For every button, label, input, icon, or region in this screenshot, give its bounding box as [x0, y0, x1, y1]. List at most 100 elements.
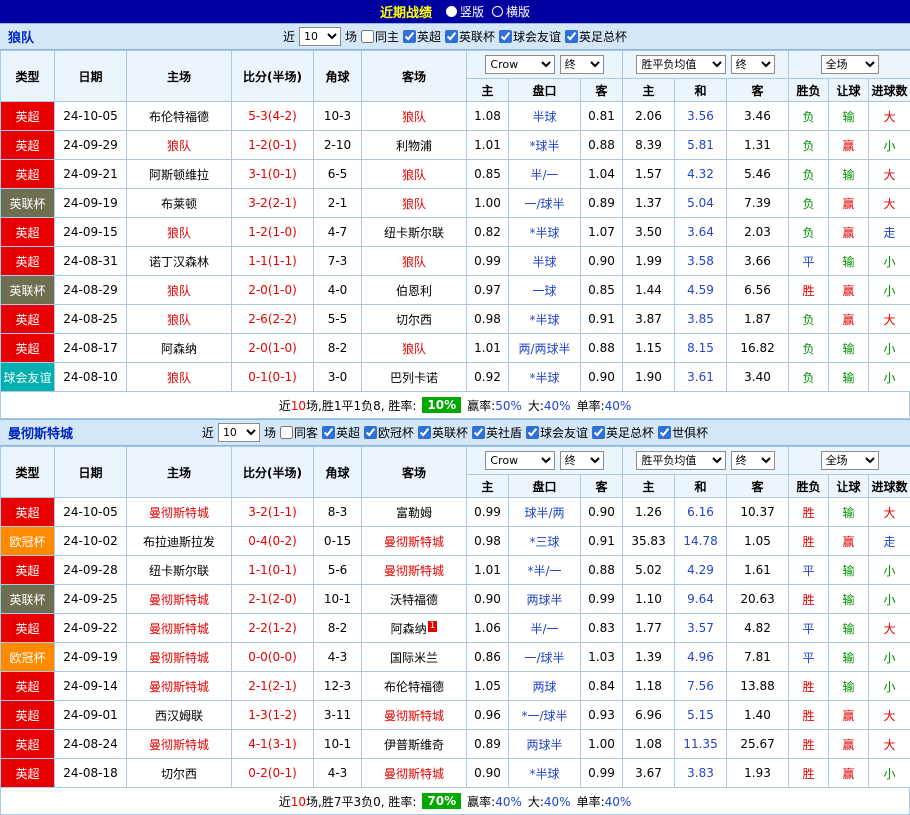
competition-filter[interactable]: 英超: [322, 424, 360, 441]
odds-company-select[interactable]: Crow: [485, 451, 555, 470]
match-row: 英超24-09-28纽卡斯尔联1-1(0-1)5-6曼彻斯特城1.01*半/一0…: [1, 556, 910, 585]
home-team[interactable]: 纽卡斯尔联: [127, 556, 232, 585]
handicap-line: *三球: [509, 527, 581, 556]
competition-filter[interactable]: 英社盾: [472, 424, 522, 441]
competition-filter[interactable]: 世俱杯: [658, 424, 708, 441]
matches-tbody: 英超24-10-05布伦特福德5-3(4-2)10-3狼队1.08半球0.812…: [1, 102, 910, 392]
scope-select[interactable]: 全场: [821, 451, 879, 470]
home-team[interactable]: 曼彻斯特城: [127, 730, 232, 759]
competition-checkbox[interactable]: [565, 30, 578, 43]
col-header-handicap-result: 让球: [829, 79, 869, 102]
home-team[interactable]: 狼队: [127, 305, 232, 334]
home-team[interactable]: 切尔西: [127, 759, 232, 788]
away-team[interactable]: 巴列卡诺: [362, 363, 467, 392]
competition-checkbox[interactable]: [592, 426, 605, 439]
avg-type-select[interactable]: 胜平负均值: [636, 451, 726, 470]
same-venue-filter[interactable]: 同主: [361, 28, 399, 45]
radio-unselected-icon[interactable]: [492, 6, 503, 17]
competition-filter[interactable]: 英足总杯: [565, 28, 627, 45]
match-result: 负: [789, 131, 829, 160]
games-count-select[interactable]: 10: [299, 27, 341, 46]
games-count-select[interactable]: 10: [218, 423, 260, 442]
competition-filter[interactable]: 英联杯: [418, 424, 468, 441]
competition-checkbox[interactable]: [526, 426, 539, 439]
away-team[interactable]: 曼彻斯特城: [362, 701, 467, 730]
match-date: 24-08-18: [55, 759, 127, 788]
avg-stage-select[interactable]: 终: [731, 451, 775, 470]
handicap-result: 赢: [829, 305, 869, 334]
competition-filter[interactable]: 球会友谊: [499, 28, 561, 45]
away-team[interactable]: 曼彻斯特城: [362, 759, 467, 788]
home-team[interactable]: 狼队: [127, 363, 232, 392]
home-team[interactable]: 布伦特福德: [127, 102, 232, 131]
home-team[interactable]: 曼彻斯特城: [127, 614, 232, 643]
away-team[interactable]: 狼队: [362, 102, 467, 131]
away-team[interactable]: 狼队: [362, 189, 467, 218]
col-header-result: 胜负: [789, 79, 829, 102]
odds-stage-select[interactable]: 终: [560, 451, 604, 470]
competition-filter[interactable]: 欧冠杯: [364, 424, 414, 441]
away-team[interactable]: 曼彻斯特城: [362, 527, 467, 556]
competition-label: 英联杯: [459, 28, 495, 45]
competition-checkbox[interactable]: [445, 30, 458, 43]
away-team[interactable]: 切尔西: [362, 305, 467, 334]
scope-select[interactable]: 全场: [821, 55, 879, 74]
goals-result: 小: [869, 759, 910, 788]
avg-type-select[interactable]: 胜平负均值: [636, 55, 726, 74]
away-team[interactable]: 狼队: [362, 334, 467, 363]
competition-filter[interactable]: 英超: [403, 28, 441, 45]
summary-prefix: 近: [279, 795, 291, 809]
home-team[interactable]: 曼彻斯特城: [127, 498, 232, 527]
avg-away-odds: 1.93: [727, 759, 789, 788]
away-team[interactable]: 伊普斯维奇: [362, 730, 467, 759]
away-team[interactable]: 沃特福德: [362, 585, 467, 614]
competition-checkbox[interactable]: [403, 30, 416, 43]
home-team[interactable]: 曼彻斯特城: [127, 585, 232, 614]
home-team[interactable]: 阿斯顿维拉: [127, 160, 232, 189]
away-team[interactable]: 狼队: [362, 160, 467, 189]
away-team[interactable]: 狼队: [362, 247, 467, 276]
home-team[interactable]: 狼队: [127, 276, 232, 305]
same-venue-filter[interactable]: 同客: [280, 424, 318, 441]
home-team[interactable]: 西汉姆联: [127, 701, 232, 730]
same-venue-checkbox[interactable]: [280, 426, 293, 439]
home-team[interactable]: 诺丁汉森林: [127, 247, 232, 276]
away-team[interactable]: 布伦特福德: [362, 672, 467, 701]
competition-checkbox[interactable]: [418, 426, 431, 439]
home-team[interactable]: 阿森纳: [127, 334, 232, 363]
competition-filter[interactable]: 球会友谊: [526, 424, 588, 441]
away-team[interactable]: 富勒姆: [362, 498, 467, 527]
match-row: 英超24-09-21阿斯顿维拉3-1(0-1)6-5狼队0.85半/一1.041…: [1, 160, 910, 189]
summary-stat-odd: 单率:40%: [577, 397, 632, 414]
home-team[interactable]: 曼彻斯特城: [127, 643, 232, 672]
layout-vertical-option[interactable]: 竖版: [446, 3, 484, 20]
home-team[interactable]: 狼队: [127, 218, 232, 247]
competition-checkbox[interactable]: [472, 426, 485, 439]
away-team[interactable]: 利物浦: [362, 131, 467, 160]
away-team[interactable]: 纽卡斯尔联: [362, 218, 467, 247]
competition-filter[interactable]: 英联杯: [445, 28, 495, 45]
odds-company-select[interactable]: Crow: [485, 55, 555, 74]
layout-horizontal-option[interactable]: 横版: [492, 3, 530, 20]
competition-checkbox[interactable]: [499, 30, 512, 43]
home-team[interactable]: 布莱顿: [127, 189, 232, 218]
competition-checkbox[interactable]: [658, 426, 671, 439]
home-team[interactable]: 布拉迪斯拉发: [127, 527, 232, 556]
away-team[interactable]: 曼彻斯特城: [362, 556, 467, 585]
match-row: 英超24-09-01西汉姆联1-3(1-2)3-11曼彻斯特城0.96*一/球半…: [1, 701, 910, 730]
avg-stage-select[interactable]: 终: [731, 55, 775, 74]
odds-select-cell: Crow 终: [467, 447, 623, 475]
away-team[interactable]: 阿森纳1: [362, 614, 467, 643]
col-header-avg-away: 客: [727, 475, 789, 498]
away-team[interactable]: 国际米兰: [362, 643, 467, 672]
home-team[interactable]: 曼彻斯特城: [127, 672, 232, 701]
home-team[interactable]: 狼队: [127, 131, 232, 160]
competition-filter[interactable]: 英足总杯: [592, 424, 654, 441]
radio-selected-icon[interactable]: [446, 6, 457, 17]
odds-stage-select[interactable]: 终: [560, 55, 604, 74]
away-team[interactable]: 伯恩利: [362, 276, 467, 305]
competition-checkbox[interactable]: [364, 426, 377, 439]
handicap-home-odds: 0.90: [467, 759, 509, 788]
competition-checkbox[interactable]: [322, 426, 335, 439]
same-venue-checkbox[interactable]: [361, 30, 374, 43]
